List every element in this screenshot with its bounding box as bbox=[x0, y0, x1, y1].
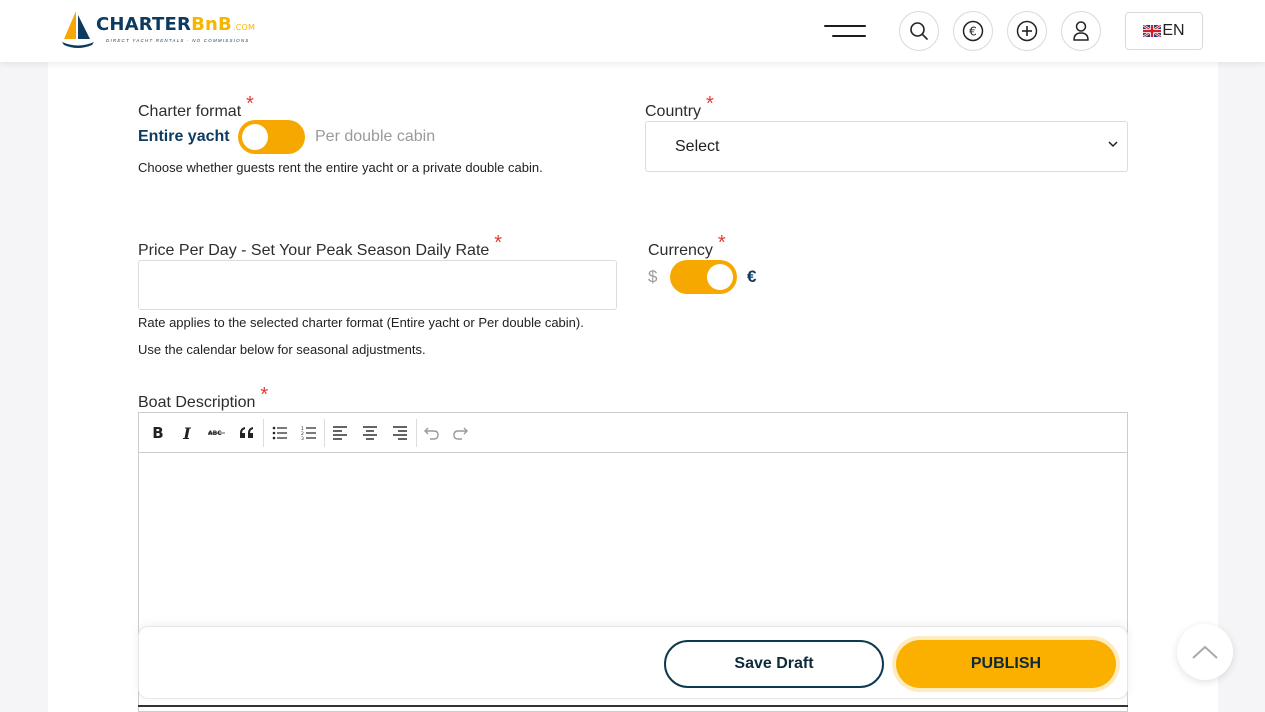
euro-icon: € bbox=[962, 20, 984, 42]
charter-format-label: Charter format * bbox=[138, 93, 254, 120]
language-label: EN bbox=[1162, 22, 1185, 39]
dollar-option[interactable]: $ bbox=[648, 267, 657, 287]
toggle-knob bbox=[242, 124, 268, 150]
country-select-value: Select bbox=[675, 137, 720, 155]
price-label: Price Per Day - Set Your Peak Season Dai… bbox=[138, 232, 503, 259]
description-label: Boat Description * bbox=[138, 384, 269, 411]
brand-tagline: DIRECT YACHT RENTALS · NO COMMISSIONS bbox=[106, 38, 250, 43]
currency-label: Currency * bbox=[648, 232, 726, 259]
numbered-list-icon: 123 bbox=[301, 426, 316, 440]
charter-format-help: Choose whether guests rent the entire ya… bbox=[138, 160, 543, 175]
editor-toolbar: B I ABC 123 bbox=[138, 412, 1128, 452]
brand-logo[interactable]: CHARTERBnB.COM DIRECT YACHT RENTALS · NO… bbox=[62, 9, 256, 51]
quote-icon bbox=[240, 427, 253, 438]
sailboat-logo-icon bbox=[62, 11, 94, 48]
align-center-icon bbox=[363, 426, 377, 440]
bulleted-list-icon bbox=[272, 426, 287, 440]
save-draft-button[interactable]: Save Draft bbox=[664, 640, 884, 688]
charter-format-toggle[interactable] bbox=[238, 120, 305, 154]
language-selector[interactable]: EN bbox=[1125, 12, 1203, 50]
publish-button[interactable]: PUBLISH bbox=[896, 640, 1116, 688]
action-bar: Save Draft PUBLISH bbox=[138, 626, 1128, 699]
currency-toggle[interactable] bbox=[670, 260, 737, 294]
menu-icon[interactable] bbox=[824, 22, 866, 40]
account-button[interactable] bbox=[1061, 11, 1101, 51]
per-cabin-option[interactable]: Per double cabin bbox=[315, 128, 435, 146]
search-button[interactable] bbox=[899, 11, 939, 51]
price-help-1: Rate applies to the selected charter for… bbox=[138, 315, 584, 330]
add-listing-button[interactable] bbox=[1007, 11, 1047, 51]
search-icon bbox=[910, 22, 928, 40]
redo-icon bbox=[453, 427, 468, 440]
svg-text:ABC: ABC bbox=[208, 430, 222, 437]
bold-button[interactable]: B bbox=[143, 413, 173, 453]
uk-flag-icon bbox=[1143, 25, 1162, 37]
price-input[interactable] bbox=[138, 260, 617, 310]
strikethrough-button[interactable]: ABC bbox=[202, 413, 232, 453]
currency-button[interactable]: € bbox=[953, 11, 993, 51]
align-center-button[interactable] bbox=[355, 413, 385, 453]
strikethrough-icon: ABC bbox=[208, 430, 225, 437]
svg-text:€: € bbox=[969, 25, 977, 39]
undo-icon bbox=[424, 427, 439, 440]
numbered-list-button[interactable]: 123 bbox=[294, 413, 324, 453]
align-left-button[interactable] bbox=[325, 413, 355, 453]
country-select[interactable]: Select bbox=[645, 121, 1128, 172]
align-right-icon bbox=[393, 426, 407, 440]
undo-button[interactable] bbox=[416, 413, 446, 453]
bulleted-list-button[interactable] bbox=[265, 413, 295, 453]
price-help-2: Use the calendar below for seasonal adju… bbox=[138, 342, 426, 357]
listing-form-card: Charter format * Entire yacht Per double … bbox=[48, 62, 1218, 712]
toggle-knob bbox=[707, 264, 733, 290]
top-header: CHARTERBnB.COM DIRECT YACHT RENTALS · NO… bbox=[0, 0, 1265, 62]
brand-name: CHARTERBnB.COM bbox=[96, 14, 256, 35]
add-icon bbox=[1016, 20, 1038, 42]
divider bbox=[138, 705, 1128, 707]
align-left-icon bbox=[333, 426, 347, 440]
scroll-to-top-button[interactable] bbox=[1177, 624, 1233, 680]
user-icon bbox=[1073, 21, 1089, 41]
align-right-button[interactable] bbox=[385, 413, 415, 453]
chevron-down-icon bbox=[1108, 141, 1118, 148]
redo-button[interactable] bbox=[446, 413, 476, 453]
euro-option[interactable]: € bbox=[747, 267, 756, 287]
chevron-up-icon bbox=[1192, 645, 1218, 659]
italic-button[interactable]: I bbox=[172, 413, 202, 453]
svg-text:3: 3 bbox=[301, 436, 304, 440]
country-label: Country * bbox=[645, 93, 714, 120]
blockquote-button[interactable] bbox=[232, 413, 262, 453]
entire-yacht-option[interactable]: Entire yacht bbox=[138, 128, 230, 146]
